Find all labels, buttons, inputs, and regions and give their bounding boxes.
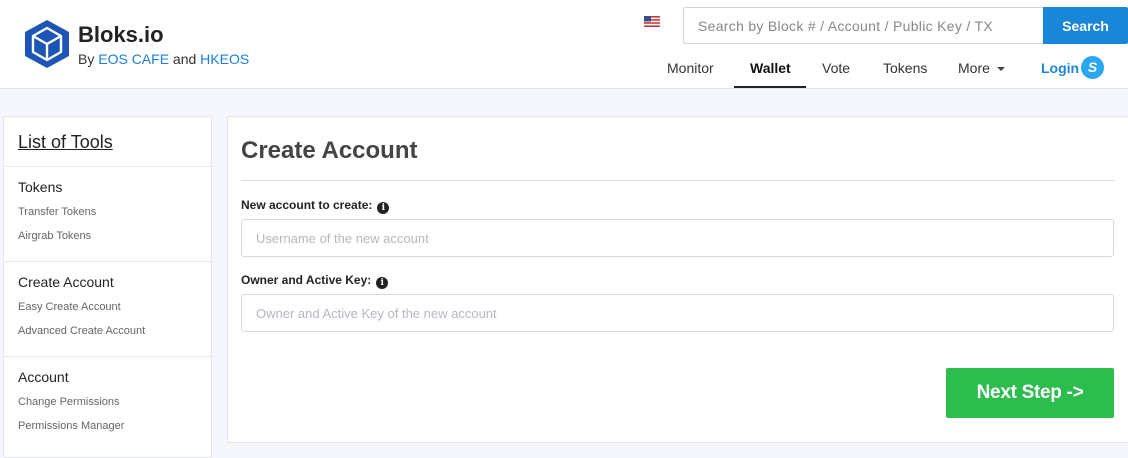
new-account-label: New account to create: i (241, 198, 390, 214)
search-input[interactable] (683, 7, 1043, 44)
sidebar-item-transfer-tokens[interactable]: Transfer Tokens (18, 206, 96, 218)
nav-more[interactable]: More (958, 60, 1005, 76)
new-account-name-input[interactable] (241, 219, 1114, 257)
new-account-label-text: New account to create: (241, 198, 373, 212)
next-step-button[interactable]: Next Step -> (946, 368, 1114, 418)
info-icon[interactable]: i (377, 202, 390, 214)
owner-active-key-input[interactable] (241, 294, 1114, 332)
nav-vote[interactable]: Vote (822, 60, 850, 76)
sidebar-item-airgrab-tokens[interactable]: Airgrab Tokens (18, 230, 91, 242)
title-divider (241, 180, 1115, 181)
byline-prefix: By (78, 51, 95, 67)
owner-active-key-label-text: Owner and Active Key: (241, 273, 372, 287)
hkeos-link[interactable]: HKEOS (200, 51, 249, 67)
sidebar-section-tokens: Tokens (18, 179, 63, 195)
byline-and: and (172, 51, 197, 67)
cube-logo-icon[interactable] (24, 19, 70, 69)
login-link[interactable]: Login (1041, 60, 1079, 76)
nav-wallet[interactable]: Wallet (750, 60, 791, 76)
eos-cafe-link[interactable]: EOS CAFE (98, 51, 169, 67)
page-title: Create Account (241, 137, 418, 164)
info-icon[interactable]: i (376, 277, 389, 289)
search-button[interactable]: Search (1043, 7, 1128, 44)
sidebar-item-permissions-manager[interactable]: Permissions Manager (18, 420, 124, 432)
brand-byline: By EOS CAFE and HKEOS (78, 51, 249, 67)
active-nav-indicator (734, 86, 806, 88)
sidebar-item-advanced-create-account[interactable]: Advanced Create Account (18, 325, 145, 337)
nav-monitor[interactable]: Monitor (667, 60, 714, 76)
chevron-down-icon (996, 67, 1005, 72)
nav-more-label: More (958, 60, 990, 76)
owner-active-key-label: Owner and Active Key: i (241, 273, 389, 289)
tools-sidebar: List of Tools Tokens Transfer Tokens Air… (3, 116, 212, 458)
sidebar-item-easy-create-account[interactable]: Easy Create Account (18, 301, 121, 313)
sidebar-divider (4, 166, 211, 167)
sidebar-divider (4, 261, 211, 262)
nav-tokens[interactable]: Tokens (883, 60, 927, 76)
scatter-icon[interactable]: S (1081, 56, 1104, 79)
sidebar-section-account: Account (18, 369, 69, 385)
sidebar-item-change-permissions[interactable]: Change Permissions (18, 396, 120, 408)
create-account-panel: Create Account New account to create: i O… (227, 116, 1128, 443)
sidebar-section-create-account: Create Account (18, 274, 114, 290)
sidebar-title[interactable]: List of Tools (18, 132, 113, 153)
brand-name[interactable]: Bloks.io (78, 22, 164, 48)
sidebar-divider (4, 356, 211, 357)
top-header: Bloks.io By EOS CAFE and HKEOS Search Mo… (0, 0, 1128, 89)
us-flag-icon[interactable] (644, 16, 660, 27)
